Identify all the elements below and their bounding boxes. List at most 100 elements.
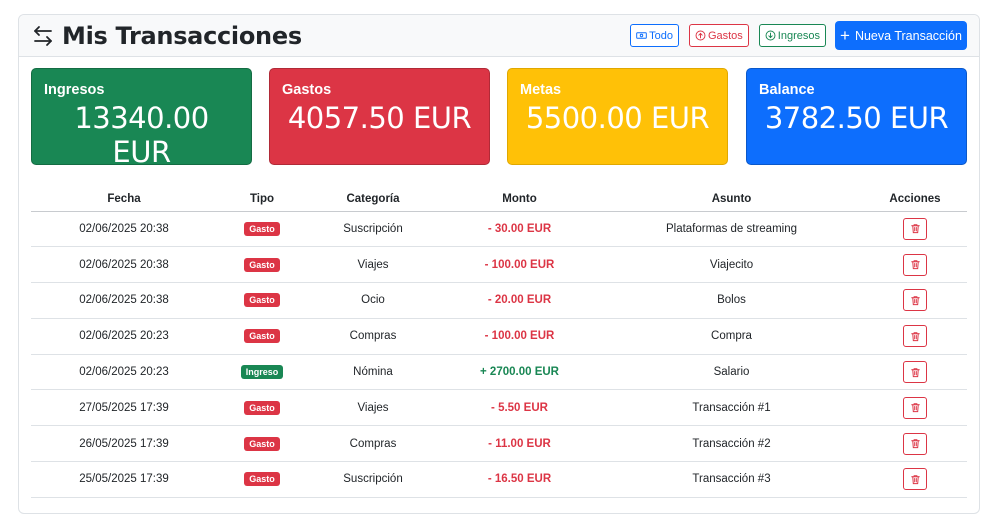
amount-value: - 100.00 EUR [484,330,555,343]
table-row: 26/05/2025 17:39 Gasto Compras - 11.00 EUR T… [31,425,967,463]
new-transaction-label: Nueva Transacción [854,28,962,43]
cell-monto: - 16.50 EUR [439,461,600,498]
cell-monto: + 2700.00 EUR [439,354,600,391]
cell-acciones [863,461,967,498]
filter-gastos-button[interactable]: Gastos [688,24,749,47]
cell-tipo: Gasto [217,211,307,248]
cell-asunto: Compra [600,318,863,355]
cell-acciones [863,425,967,463]
filter-group: Todo Gastos Ingresos + Nueva Transacción [620,21,967,50]
card-ingresos-value: 13340.00 EUR [74,101,209,169]
cell-monto: - 100.00 EUR [439,246,600,284]
amount-value: - 16.50 EUR [487,473,552,486]
card-metas-label: Metas [520,82,562,98]
cell-acciones [863,354,967,391]
trash-icon [910,403,920,413]
cell-monto: - 20.00 EUR [439,282,600,319]
cell-acciones [863,389,967,427]
cell-categoria: Suscripción [307,211,439,248]
filter-ingresos-label: Ingresos [777,29,820,42]
cell-categoria: Viajes [307,246,439,284]
trash-icon [910,439,920,449]
cell-monto: - 11.00 EUR [439,425,600,463]
type-badge: Gasto [244,293,280,308]
card-balance: Balance 3782.50 EUR [746,68,967,165]
table-row: 02/06/2025 20:38 Gasto Viajes - 100.00 EUR V… [31,246,967,284]
type-badge: Gasto [244,472,280,487]
amount-value: + 2700.00 EUR [480,366,559,379]
cell-monto: - 5.50 EUR [439,389,600,427]
delete-button[interactable] [903,468,927,491]
table-header-row: Fecha Tipo Categoría Monto Asunto Accion… [31,187,967,212]
col-asunto: Asunto [600,187,863,212]
cell-asunto: Viajecito [600,246,863,284]
trash-icon [910,475,920,485]
arrows-exchange-icon [34,25,52,46]
cell-categoria: Viajes [307,389,439,427]
cell-tipo: Gasto [217,246,307,284]
amount-value: - 30.00 EUR [487,222,552,235]
cell-categoria: Ocio [307,282,439,319]
delete-button[interactable] [903,217,927,240]
type-badge: Gasto [244,257,280,272]
cell-tipo: Gasto [217,461,307,498]
amount-value: - 11.00 EUR [488,437,551,450]
cell-acciones [863,282,967,319]
table-row: 02/06/2025 20:38 Gasto Ocio - 20.00 EUR Bolo… [31,282,967,319]
cell-fecha: 02/06/2025 20:23 [31,318,217,355]
card-balance-value: 3782.50 EUR [764,101,949,135]
type-badge: Gasto [244,436,280,451]
filter-ingresos-button[interactable]: Ingresos [758,24,826,47]
transactions-panel: Mis Transacciones Todo Gastos Ingresos +… [18,14,980,514]
cell-fecha: 27/05/2025 17:39 [31,389,217,427]
delete-button[interactable] [903,361,927,384]
filter-todo-label: Todo [649,29,673,42]
cell-tipo: Gasto [217,318,307,355]
table-row: 02/06/2025 20:38 Gasto Suscripción - 30.00 … [31,211,967,248]
summary-cards: Ingresos 13340.00 EUR Gastos 4057.50 EUR… [31,68,967,169]
card-metas: Metas 5500.00 EUR [507,68,728,165]
type-badge: Gasto [244,221,280,236]
cell-asunto: Transacción #1 [600,389,863,427]
type-badge: Gasto [244,329,280,344]
table-row: 02/06/2025 20:23 Ingreso Nómina + 2700.00 E… [31,354,967,391]
panel-header: Mis Transacciones Todo Gastos Ingresos +… [19,15,979,57]
cell-tipo: Gasto [217,389,307,427]
cell-asunto: Transacción #2 [600,425,863,463]
card-gastos-value: 4057.50 EUR [287,101,472,135]
new-transaction-button[interactable]: + Nueva Transacción [835,21,967,50]
title-wrap: Mis Transacciones [31,22,620,50]
table-row: 25/05/2025 17:39 Gasto Suscripción - 16.50 … [31,461,967,498]
col-acciones: Acciones [863,187,967,212]
cell-tipo: Gasto [217,425,307,463]
delete-button[interactable] [903,325,927,348]
cell-acciones [863,318,967,355]
cell-asunto: Salario [600,354,863,391]
delete-button[interactable] [903,253,927,276]
arrow-down-circle-icon [765,30,776,41]
card-gastos-label: Gastos [282,82,332,98]
delete-button[interactable] [903,432,927,455]
cell-fecha: 25/05/2025 17:39 [31,461,217,498]
transactions-table: Fecha Tipo Categoría Monto Asunto Accion… [31,187,967,498]
filter-todo-button[interactable]: Todo [630,24,679,47]
trash-icon [910,367,920,377]
card-balance-label: Balance [759,82,815,98]
trash-icon [910,296,920,306]
cell-tipo: Ingreso [217,354,307,391]
arrow-up-circle-icon [695,30,706,41]
cell-acciones [863,246,967,284]
col-categoria: Categoría [307,187,439,212]
table-body: 02/06/2025 20:38 Gasto Suscripción - 30.00 … [31,211,967,498]
delete-button[interactable] [903,396,927,419]
cell-fecha: 02/06/2025 20:38 [31,282,217,319]
col-fecha: Fecha [31,187,217,212]
cell-categoria: Suscripción [307,461,439,498]
table-row: 27/05/2025 17:39 Gasto Viajes - 5.50 EUR Tra… [31,389,967,427]
cell-monto: - 100.00 EUR [439,318,600,355]
delete-button[interactable] [903,289,927,312]
cell-categoria: Nómina [307,354,439,391]
trash-icon [910,260,920,270]
cell-fecha: 02/06/2025 20:38 [31,211,217,248]
cell-asunto: Plataformas de streaming [600,211,863,248]
